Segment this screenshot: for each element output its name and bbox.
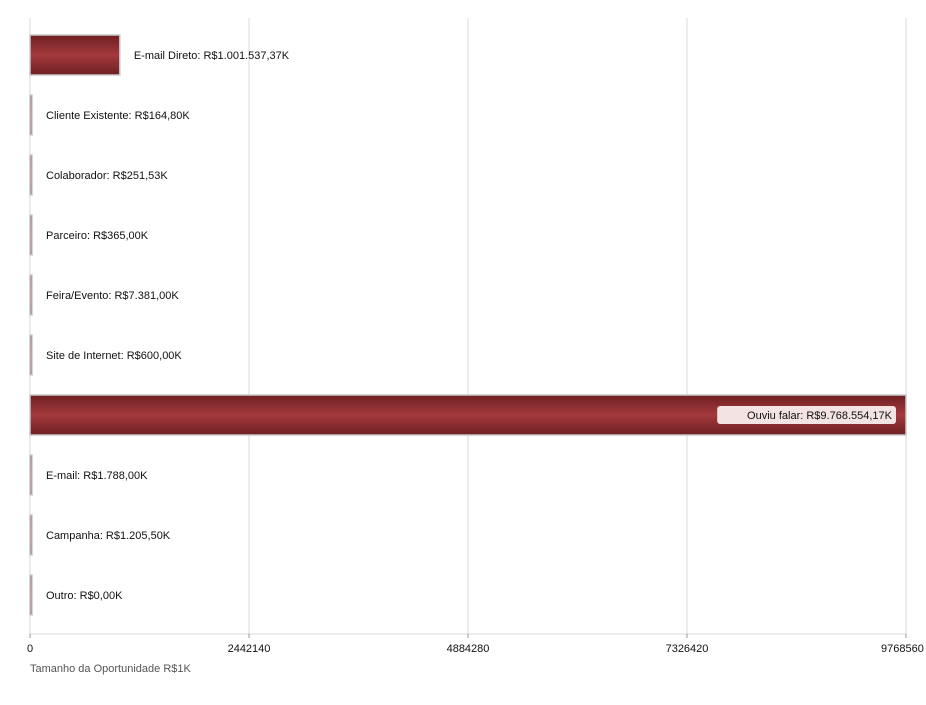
- bar-e-mail-direto[interactable]: [29, 34, 121, 76]
- data-label: Cliente Existente: R$164,80K: [46, 110, 190, 122]
- bar-feira-evento[interactable]: [29, 274, 33, 316]
- x-tick-label: 2442140: [228, 643, 271, 655]
- bar-parceiro[interactable]: [29, 214, 33, 256]
- bar-chart: E-mail Direto: R$1.001.537,37K Cliente Ex…: [0, 0, 926, 700]
- bar-e-mail[interactable]: [29, 454, 33, 496]
- bar-outro[interactable]: [29, 574, 33, 616]
- x-axis: 0 2442140 4884280 7326420 9768560: [27, 633, 924, 655]
- x-tick-label: 7326420: [666, 643, 709, 655]
- bar-colaborador[interactable]: [29, 154, 33, 196]
- bar-site-de-internet[interactable]: [29, 334, 33, 376]
- data-label: Parceiro: R$365,00K: [46, 230, 149, 242]
- chart-svg: E-mail Direto: R$1.001.537,37K Cliente Ex…: [27, 18, 924, 675]
- data-label: Outro: R$0,00K: [46, 590, 123, 602]
- data-label: Feira/Evento: R$7.381,00K: [46, 290, 179, 302]
- x-tick-label: 4884280: [447, 643, 490, 655]
- data-labels: E-mail Direto: R$1.001.537,37K Cliente Ex…: [46, 50, 896, 602]
- bar-campanha[interactable]: [29, 514, 33, 556]
- bar-cliente-existente[interactable]: [29, 94, 33, 136]
- data-label: E-mail Direto: R$1.001.537,37K: [134, 50, 290, 62]
- data-label: E-mail: R$1.788,00K: [46, 470, 148, 482]
- data-label: Ouviu falar: R$9.768.554,17K: [747, 410, 893, 422]
- data-label: Colaborador: R$251,53K: [46, 170, 168, 182]
- data-label: Campanha: R$1.205,50K: [46, 530, 171, 542]
- x-tick-label: 0: [27, 643, 33, 655]
- x-tick-label: 9768560: [881, 643, 924, 655]
- data-label: Site de Internet: R$600,00K: [46, 350, 182, 362]
- x-axis-title: Tamanho da Oportunidade R$1K: [30, 663, 191, 675]
